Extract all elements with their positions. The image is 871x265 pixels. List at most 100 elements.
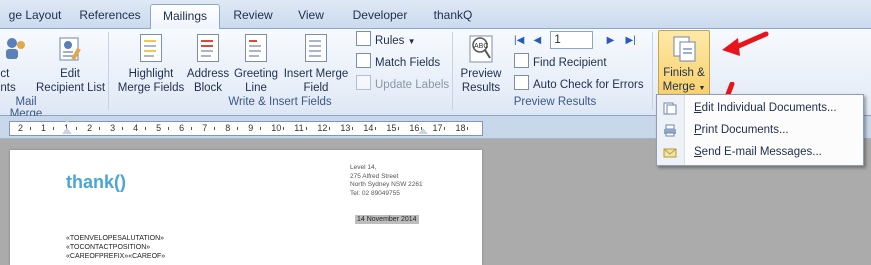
right-indent-marker[interactable] xyxy=(418,128,428,134)
auto-check-errors-button[interactable]: Auto Check for Errors xyxy=(514,75,644,93)
first-record-icon[interactable]: |◀ xyxy=(514,35,524,46)
tab-references[interactable]: References xyxy=(70,4,150,28)
sender-address: Level 14, 275 Alfred Street North Sydney… xyxy=(350,164,423,198)
ruler-tick-mark xyxy=(259,127,261,130)
document-page[interactable]: thank() Level 14, 275 Alfred Street Nort… xyxy=(10,150,482,265)
ruler-tick-label: 2 xyxy=(18,123,24,133)
ruler-tick-mark xyxy=(466,127,468,130)
greeting-line-icon xyxy=(243,34,269,64)
finish-merge-button[interactable]: Finish & Merge ▼ xyxy=(658,30,710,98)
chevron-down-icon: ▼ xyxy=(698,85,706,92)
tab-thankq[interactable]: thankQ xyxy=(424,4,482,28)
preview-results-label: Preview Results xyxy=(460,68,502,94)
menu-item-label: Send E-mail Messages... xyxy=(694,146,822,158)
merge-fields-block: «TOENVELOPESALUTATION» «TOCONTACTPOSITIO… xyxy=(66,234,165,261)
rules-button[interactable]: Rules ▼ xyxy=(356,31,416,49)
address-block-button[interactable]: Address Block xyxy=(186,32,230,95)
find-icon xyxy=(514,53,529,68)
select-recipients-button[interactable]: ect ents xyxy=(0,32,38,95)
preview-results-button[interactable]: ABC Preview Results xyxy=(456,32,506,95)
check-errors-icon xyxy=(514,75,529,90)
thankq-logo: thank() xyxy=(66,172,127,192)
match-fields-button[interactable]: Match Fields xyxy=(356,53,440,71)
group-separator xyxy=(452,32,453,110)
menu-item-label: Print Documents... xyxy=(694,124,789,136)
ruler-tick-label: 4 xyxy=(133,123,139,133)
red-arrow-annotation xyxy=(722,31,769,56)
ruler-tick-label: 7 xyxy=(202,123,208,133)
update-labels-button[interactable]: Update Labels xyxy=(356,75,449,93)
tab-mailings[interactable]: Mailings xyxy=(150,4,220,30)
ruler-tick-mark xyxy=(213,127,215,130)
first-line-indent-marker[interactable] xyxy=(62,117,72,123)
record-number-input[interactable]: 1 xyxy=(550,31,594,49)
ruler-tick-mark xyxy=(52,127,54,130)
ribbon-tab-strip: ge Layout References Mailings Review Vie… xyxy=(0,0,871,30)
recipients-icon xyxy=(3,34,29,64)
ruler-tick-label: 15 xyxy=(386,123,397,133)
finish-merge-label-line1: Finish & xyxy=(663,67,705,79)
find-recipient-button[interactable]: Find Recipient xyxy=(514,53,607,71)
edit-recipient-list-button[interactable]: Edit Recipient List xyxy=(36,32,106,95)
tab-review[interactable]: Review xyxy=(220,4,286,28)
menu-item-edit-individual-documents[interactable]: Edit Individual Documents... xyxy=(657,97,863,119)
ruler-tick-label: 6 xyxy=(179,123,185,133)
ruler-tick-mark xyxy=(98,127,100,130)
svg-text:ABC: ABC xyxy=(474,43,488,50)
finish-merge-icon xyxy=(671,33,697,63)
ruler-tick-mark xyxy=(305,127,307,130)
ruler-tick-label: 18 xyxy=(455,123,466,133)
preview-abc-icon: ABC xyxy=(468,34,494,64)
ruler-tick-label: 11 xyxy=(294,123,304,133)
ruler-tick-mark xyxy=(236,127,238,130)
edit-documents-icon xyxy=(663,101,677,115)
auto-check-label: Auto Check for Errors xyxy=(533,79,644,91)
ruler-tick-label: 14 xyxy=(363,123,374,133)
horizontal-ruler[interactable]: 2 1 1 2 3 4 5 6 7 8 9 10 11 12 13 14 15 16 17 18 xyxy=(9,121,483,136)
previous-record-icon[interactable]: ◀ xyxy=(534,35,542,46)
ruler-tick-mark xyxy=(328,127,330,130)
insert-merge-field-button[interactable]: Insert Merge Field xyxy=(282,32,350,95)
group-label-write-insert: Write & Insert Fields xyxy=(228,96,332,108)
highlight-merge-fields-label: Highlight Merge Fields xyxy=(117,68,185,94)
record-navigation: |◀ ◀ 1 ▶ ▶| xyxy=(514,31,636,49)
ruler-tick-mark xyxy=(144,127,146,130)
merge-field: «TOENVELOPESALUTATION» xyxy=(66,235,165,242)
edit-recipient-list-label: Edit Recipient List xyxy=(36,68,106,94)
ruler-tick-label: 3 xyxy=(110,123,116,133)
ruler-tick-mark xyxy=(374,127,376,130)
hanging-indent-marker[interactable] xyxy=(62,128,72,134)
highlight-merge-fields-button[interactable]: Highlight Merge Fields xyxy=(114,32,188,95)
ruler-tick-mark xyxy=(121,127,123,130)
ruler-tick-label: 17 xyxy=(432,123,443,133)
insert-field-icon xyxy=(303,34,329,64)
printer-icon xyxy=(663,123,677,137)
ruler-tick-label: 12 xyxy=(317,123,328,133)
highlight-icon xyxy=(138,34,164,64)
tab-page-layout[interactable]: ge Layout xyxy=(0,4,70,28)
ruler-tick-mark xyxy=(167,127,169,130)
greeting-line-button[interactable]: Greeting Line xyxy=(230,32,282,95)
edit-list-icon xyxy=(57,34,83,64)
address-line: Tel: 02 89049755 xyxy=(350,189,400,197)
last-record-icon[interactable]: ▶| xyxy=(626,35,636,46)
address-line: North Sydney NSW 2261 xyxy=(350,181,423,188)
ruler-tick-mark xyxy=(397,127,399,130)
ruler-tick-mark xyxy=(190,127,192,130)
menu-item-print-documents[interactable]: Print Documents... xyxy=(657,119,863,141)
address-line: 275 Alfred Street xyxy=(350,172,399,180)
ruler-tick-label: 8 xyxy=(225,123,231,133)
tab-developer[interactable]: Developer xyxy=(336,4,424,28)
group-label-preview-results: Preview Results xyxy=(513,96,597,108)
merge-field: «TOCONTACTPOSITION» xyxy=(66,244,151,251)
ruler-tick-mark xyxy=(29,127,31,130)
select-recipients-label: ect ents xyxy=(0,68,16,94)
group-separator xyxy=(108,32,109,110)
menu-item-send-email-messages[interactable]: Send E-mail Messages... xyxy=(657,141,863,163)
next-record-icon[interactable]: ▶ xyxy=(607,35,615,46)
ruler-tick-label: 9 xyxy=(248,123,254,133)
address-line: Level 14, xyxy=(350,164,377,171)
ruler-tick-mark xyxy=(282,127,284,130)
tab-view[interactable]: View xyxy=(286,4,336,28)
find-recipient-label: Find Recipient xyxy=(533,57,607,69)
